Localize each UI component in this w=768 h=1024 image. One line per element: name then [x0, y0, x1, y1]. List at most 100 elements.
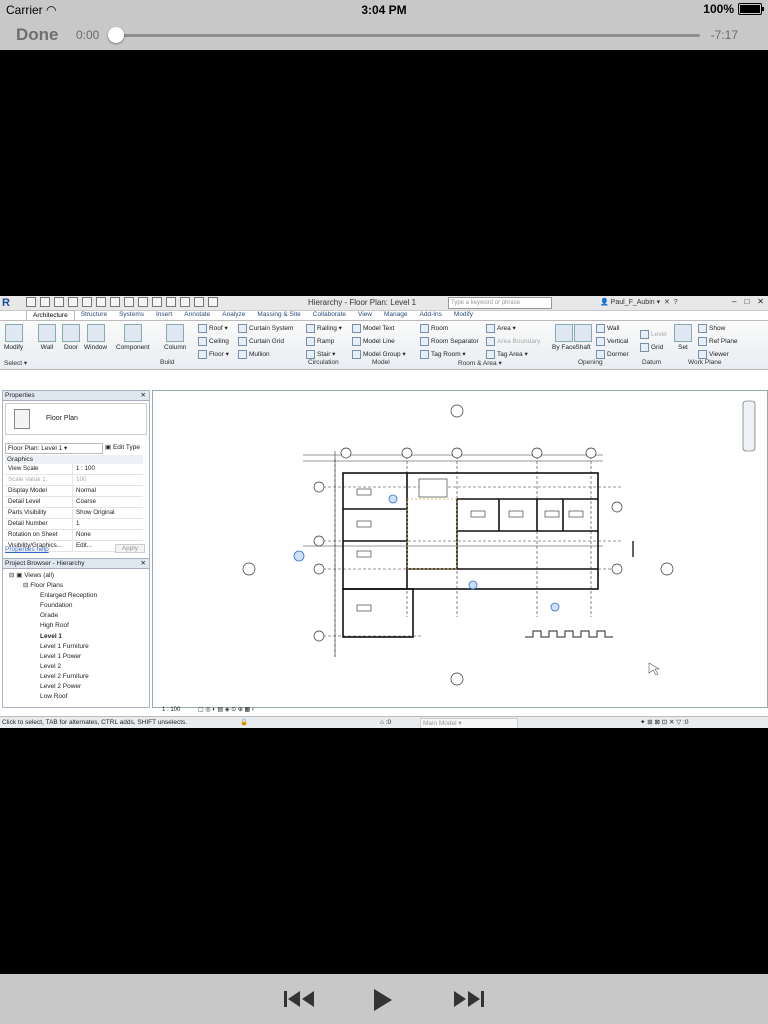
component-button[interactable]: Component [116, 324, 150, 351]
thin-lines-icon[interactable] [180, 297, 190, 307]
tab-architecture[interactable]: Architecture [26, 310, 75, 320]
scrubber-handle[interactable] [108, 27, 124, 43]
curtain-system-button[interactable]: Curtain System [238, 324, 293, 333]
view-scale-label[interactable]: 1 : 100 [162, 706, 180, 714]
main-model-dropdown[interactable]: Main Model ▾ [420, 718, 518, 728]
tab-add-ins[interactable]: Add-Ins [414, 310, 448, 320]
roof-button[interactable]: Roof ▾ [198, 324, 228, 333]
user-account[interactable]: 👤 Paul_F_Aubin ▾ ✕ ? [600, 298, 678, 306]
modify-button[interactable]: Modify [4, 324, 23, 351]
dimension-icon[interactable] [124, 297, 134, 307]
room-separator-button[interactable]: Room Separator [420, 337, 479, 346]
set-work-plane-button[interactable]: Set [674, 324, 692, 351]
level-button[interactable]: Level [640, 330, 667, 339]
scrubber-track[interactable] [116, 34, 700, 37]
edit-type-button[interactable]: ▣ Edit Type [105, 443, 140, 451]
tree-item[interactable]: Level 2 [5, 662, 97, 672]
tree-item[interactable]: High Roof [5, 621, 97, 631]
print-icon[interactable] [96, 297, 106, 307]
prop-row[interactable]: Detail Level Coarse [5, 497, 143, 508]
editable-count[interactable]: ⌂ :0 [380, 717, 391, 728]
tab-systems[interactable]: Systems [113, 310, 150, 320]
close-hidden-icon[interactable] [194, 297, 204, 307]
wall-button[interactable]: Wall [38, 324, 56, 351]
switch-windows-icon[interactable] [208, 297, 218, 307]
tab-collaborate[interactable]: Collaborate [307, 310, 352, 320]
redo-icon[interactable] [82, 297, 92, 307]
by-face-button[interactable]: By Face [552, 324, 576, 351]
3d-view-icon[interactable] [152, 297, 162, 307]
tree-item[interactable]: Level 1 Power [5, 652, 97, 662]
drawing-canvas[interactable] [152, 390, 768, 708]
close-icon[interactable]: ✕ [757, 297, 764, 306]
panel-room-area[interactable]: Room & Area ▾ [458, 359, 502, 367]
model-group-button[interactable]: Model Group ▾ [352, 350, 406, 359]
tab-structure[interactable]: Structure [75, 310, 113, 320]
category-graphics[interactable]: Graphics [5, 455, 143, 464]
prop-row[interactable]: Display Model Normal [5, 486, 143, 497]
stair-button[interactable]: Stair ▾ [306, 350, 335, 359]
type-selector[interactable]: Floor Plan [5, 403, 147, 435]
curtain-grid-button[interactable]: Curtain Grid [238, 337, 284, 346]
ramp-button[interactable]: Ramp [306, 337, 334, 346]
mullion-button[interactable]: Mullion [238, 350, 270, 359]
ref-plane-button[interactable]: Ref Plane [698, 337, 738, 346]
properties-help-link[interactable]: Properties help [5, 546, 49, 553]
prop-row[interactable]: Rotation on Sheet None [5, 530, 143, 541]
tree-item[interactable]: Level 2 Furniture [5, 672, 97, 682]
tree-item[interactable]: Foundation [5, 601, 97, 611]
area-button[interactable]: Area ▾ [486, 324, 516, 333]
model-line-button[interactable]: Model Line [352, 337, 395, 346]
tab-annotate[interactable]: Annotate [178, 310, 216, 320]
vertical-opening-button[interactable]: Vertical [596, 337, 628, 346]
model-text-button[interactable]: Model Text [352, 324, 394, 333]
done-button[interactable]: Done [16, 25, 59, 45]
text-icon[interactable] [138, 297, 148, 307]
tab-analyze[interactable]: Analyze [216, 310, 251, 320]
area-boundary-button[interactable]: Area Boundary [486, 337, 540, 346]
tag-room-button[interactable]: Tag Room ▾ [420, 350, 466, 359]
viewer-button[interactable]: Viewer [698, 350, 729, 359]
floor-button[interactable]: Floor ▾ [198, 350, 229, 359]
railing-button[interactable]: Railing ▾ [306, 324, 342, 333]
panel-select[interactable]: Select ▾ [4, 359, 27, 367]
prop-row[interactable]: View Scale 1 : 100 [5, 464, 143, 475]
search-input[interactable]: Type a keyword or phrase [448, 297, 552, 309]
maximize-icon[interactable]: □ [744, 297, 749, 306]
tab-modify[interactable]: Modify [448, 310, 479, 320]
tag-area-button[interactable]: Tag Area ▾ [486, 350, 528, 359]
tree-views[interactable]: ⊟ ▣ Views (all) [5, 571, 97, 581]
shaft-button[interactable]: Shaft [574, 324, 592, 351]
show-work-plane-button[interactable]: Show [698, 324, 725, 333]
ceiling-button[interactable]: Ceiling [198, 337, 229, 346]
grid-button[interactable]: Grid [640, 343, 663, 352]
window-button[interactable]: Window [84, 324, 107, 351]
tab-manage[interactable]: Manage [378, 310, 414, 320]
close-icon[interactable]: ✕ [141, 559, 146, 568]
apply-button[interactable]: Apply [114, 544, 145, 553]
column-button[interactable]: Column [164, 324, 186, 351]
tab-massing-site[interactable]: Massing & Site [251, 310, 306, 320]
tree-item[interactable]: Low Roof [5, 692, 97, 702]
tree-item[interactable]: Level 1 Furniture [5, 642, 97, 652]
minimize-icon[interactable]: – [732, 297, 736, 306]
fast-forward-button[interactable] [450, 988, 486, 1015]
sync-icon[interactable] [54, 297, 64, 307]
save-icon[interactable] [40, 297, 50, 307]
room-button[interactable]: Room [420, 324, 448, 333]
selection-filter-icons[interactable]: ✦ ⊞ ⊠ ⊡ ✕ ▽ :0 [640, 717, 689, 728]
worksets-icon[interactable]: 🔒 [240, 717, 248, 728]
view-instance-dropdown[interactable]: Floor Plan: Level 1 ▾ [5, 443, 103, 454]
measure-icon[interactable] [110, 297, 120, 307]
rewind-button[interactable] [282, 988, 318, 1015]
tab-view[interactable]: View [352, 310, 378, 320]
tree-floor-plans[interactable]: ⊟ Floor Plans [5, 581, 97, 591]
door-button[interactable]: Door [62, 324, 80, 351]
tree-item[interactable]: Level 2 Power [5, 682, 97, 692]
tab-insert[interactable]: Insert [150, 310, 178, 320]
revit-logo-icon[interactable]: R [2, 297, 20, 309]
tree-item[interactable]: Enlarged Reception [5, 591, 97, 601]
undo-icon[interactable] [68, 297, 78, 307]
view-control-icons[interactable]: ▢ ◎ ◐ ▤ ◈ ⊙ ⊕ ▦ ‹ [198, 706, 254, 714]
prop-row[interactable]: Detail Number 1 [5, 519, 143, 530]
